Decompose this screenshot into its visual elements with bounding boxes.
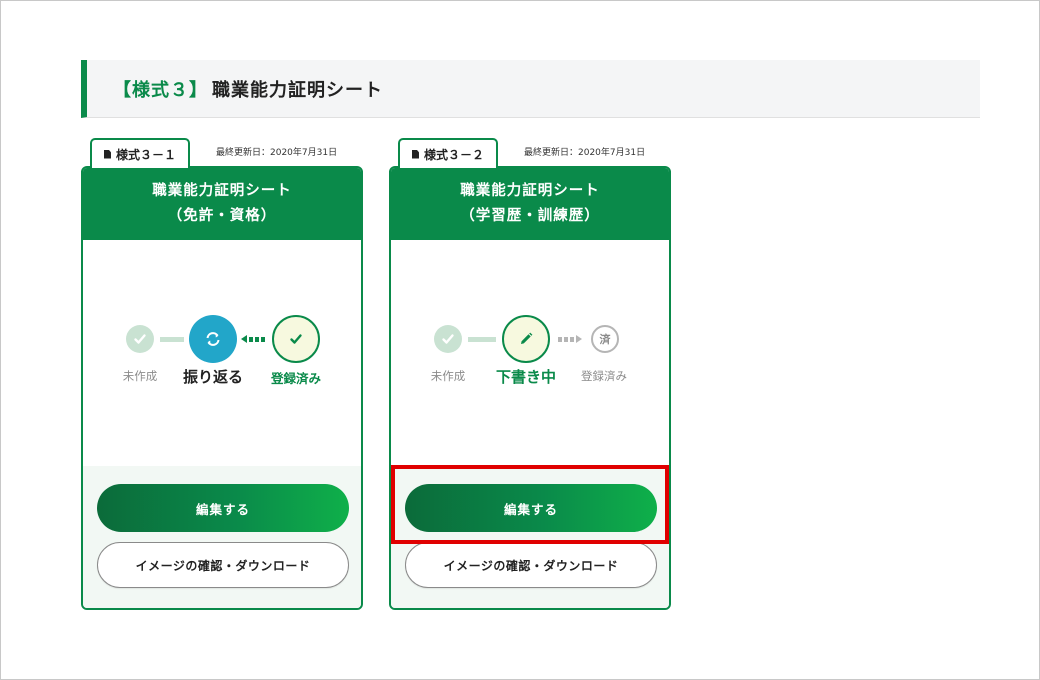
document-icon bbox=[103, 149, 111, 159]
step-review-label: 振り返る bbox=[182, 368, 244, 386]
arrow-left-icon bbox=[241, 335, 265, 343]
download-button[interactable]: イメージの確認・ダウンロード bbox=[405, 542, 657, 588]
progress-connector bbox=[160, 337, 184, 342]
form-card-3-2: 様式３－２ 最終更新日：2020年7月31日 職業能力証明シート （学習歴・訓練… bbox=[389, 138, 671, 610]
edit-button[interactable]: 編集する bbox=[405, 484, 657, 532]
card-subtitle: （免許・資格） bbox=[167, 208, 277, 224]
card-tab-label: 様式３－２ bbox=[423, 147, 484, 162]
card-header: 職業能力証明シート （免許・資格） bbox=[83, 168, 361, 240]
step-registered-label: 登録済み bbox=[581, 369, 627, 383]
registered-badge-text: 済 bbox=[599, 333, 611, 346]
pencil-icon bbox=[502, 315, 550, 363]
check-icon bbox=[126, 325, 154, 353]
card-panel: 職業能力証明シート （学習歴・訓練歴） 済 未作成 下書き中 登録済み 編集する… bbox=[389, 166, 671, 610]
status-steps: 済 未作成 下書き中 登録済み bbox=[391, 240, 669, 466]
card-title: 職業能力証明シート bbox=[460, 183, 600, 199]
check-icon bbox=[272, 315, 320, 363]
card-tab-label: 様式３－１ bbox=[115, 147, 176, 162]
step-registered-label: 登録済み bbox=[270, 371, 322, 386]
last-updated: 最終更新日：2020年7月31日 bbox=[524, 148, 646, 158]
form-tag: 【様式３】 bbox=[113, 79, 208, 101]
step-not-created-label: 未作成 bbox=[430, 369, 466, 383]
refresh-icon bbox=[189, 315, 237, 363]
section-header: 【様式３】 職業能力証明シート bbox=[81, 60, 980, 118]
arrow-right-icon bbox=[558, 335, 582, 343]
card-header: 職業能力証明シート （学習歴・訓練歴） bbox=[391, 168, 669, 240]
card-panel: 職業能力証明シート （免許・資格） 未作成 振り返る 登録済み 編集する イメー… bbox=[81, 166, 363, 610]
step-draft-label: 下書き中 bbox=[495, 368, 557, 386]
status-steps: 未作成 振り返る 登録済み bbox=[83, 240, 361, 466]
card-subtitle: （学習歴・訓練歴） bbox=[460, 208, 600, 224]
download-button[interactable]: イメージの確認・ダウンロード bbox=[97, 542, 349, 588]
document-icon bbox=[411, 149, 419, 159]
card-tab[interactable]: 様式３－２ bbox=[398, 138, 498, 168]
card-body: 済 未作成 下書き中 登録済み bbox=[391, 240, 669, 466]
registered-badge-icon: 済 bbox=[591, 325, 619, 353]
card-title: 職業能力証明シート bbox=[152, 183, 292, 199]
check-icon bbox=[434, 325, 462, 353]
progress-connector bbox=[468, 337, 496, 342]
last-updated: 最終更新日：2020年7月31日 bbox=[216, 148, 338, 158]
card-body: 未作成 振り返る 登録済み bbox=[83, 240, 361, 466]
step-not-created-label: 未作成 bbox=[122, 369, 158, 383]
form-card-3-1: 様式３－１ 最終更新日：2020年7月31日 職業能力証明シート （免許・資格） bbox=[81, 138, 363, 610]
edit-button[interactable]: 編集する bbox=[97, 484, 349, 532]
card-tab[interactable]: 様式３－１ bbox=[90, 138, 190, 168]
section-title: 職業能力証明シート bbox=[212, 79, 383, 101]
